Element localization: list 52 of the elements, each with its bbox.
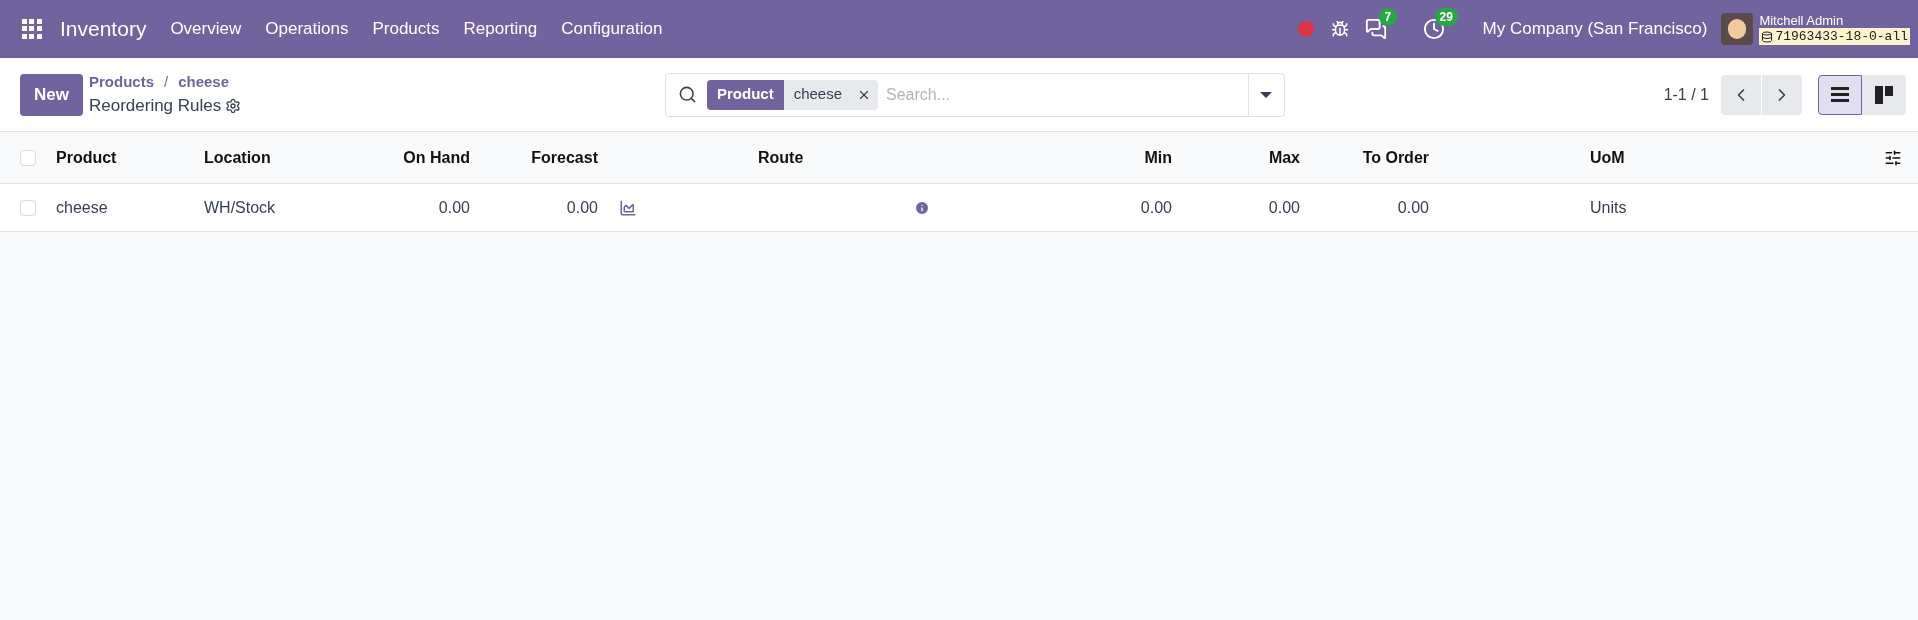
message-count-badge: 7 xyxy=(1378,8,1398,26)
database-icon xyxy=(1761,30,1774,43)
breadcrumb-link[interactable]: Products xyxy=(88,70,154,93)
facet-label: Product xyxy=(706,79,784,110)
page-title: Reordering Rules xyxy=(88,95,222,117)
kanban-view-button[interactable] xyxy=(1862,74,1906,115)
table-cell-text: 0.00 xyxy=(566,197,598,218)
info-icon[interactable] xyxy=(914,199,930,216)
apps-menu-icon[interactable] xyxy=(22,19,42,39)
nav-menu-item[interactable]: Configuration xyxy=(561,16,663,42)
table-cell-text: WH/Stock xyxy=(204,197,276,218)
nav-menu-item[interactable]: Overview xyxy=(170,16,242,42)
column-header[interactable]: To Order xyxy=(1362,145,1429,170)
avatar-icon[interactable] xyxy=(1721,13,1754,45)
table-cell-text: 0.00 xyxy=(1140,197,1172,218)
facet-value: cheese xyxy=(783,79,852,110)
breadcrumb-link[interactable]: cheese xyxy=(178,70,230,93)
pager-value[interactable]: 1-1 / 1 xyxy=(1663,82,1709,107)
app-name[interactable]: Inventory xyxy=(60,13,147,45)
column-header[interactable]: Product xyxy=(56,145,117,170)
table-cell-text: Units xyxy=(1590,197,1627,218)
column-header[interactable]: Route xyxy=(758,145,804,170)
company-name[interactable]: My Company (San Francisco) xyxy=(1482,16,1708,42)
debug-bug-icon[interactable] xyxy=(1330,20,1349,38)
column-settings-icon[interactable] xyxy=(1884,148,1902,167)
list-view-button[interactable] xyxy=(1818,74,1862,115)
column-header[interactable]: Max xyxy=(1268,145,1300,170)
column-header[interactable]: UoM xyxy=(1590,145,1625,170)
chat-icon[interactable] xyxy=(1364,18,1387,40)
breadcrumb-separator: / xyxy=(164,71,169,92)
search-bar[interactable]: Product cheese Search... xyxy=(664,72,1285,117)
checkbox[interactable] xyxy=(20,199,36,216)
nav-menu-item[interactable]: Reporting xyxy=(463,16,538,42)
new-button[interactable]: New xyxy=(20,73,83,116)
table-cell-text: cheese xyxy=(56,197,108,218)
search-input[interactable]: Search... xyxy=(886,82,1248,107)
table-cell-text: 0.00 xyxy=(1397,197,1429,218)
activity-count-badge: 29 xyxy=(1434,8,1458,26)
database-name: 71963433-18-0-all xyxy=(1775,28,1908,45)
search-icon xyxy=(677,85,697,104)
table-cell-text: 0.00 xyxy=(438,197,470,218)
user-name[interactable]: Mitchell Admin xyxy=(1759,13,1910,28)
column-header[interactable]: Min xyxy=(1144,145,1172,170)
column-header[interactable]: Forecast xyxy=(531,145,598,170)
area-chart-icon[interactable] xyxy=(618,198,638,217)
settings-icon[interactable] xyxy=(225,97,242,114)
nav-menu-item[interactable]: Operations xyxy=(265,16,349,42)
table-cell-text: 0.00 xyxy=(1268,197,1300,218)
column-header[interactable]: On Hand xyxy=(403,145,470,170)
checkbox[interactable] xyxy=(20,149,36,166)
column-header[interactable]: Location xyxy=(204,145,271,170)
nav-menu-item[interactable]: Products xyxy=(372,16,440,42)
